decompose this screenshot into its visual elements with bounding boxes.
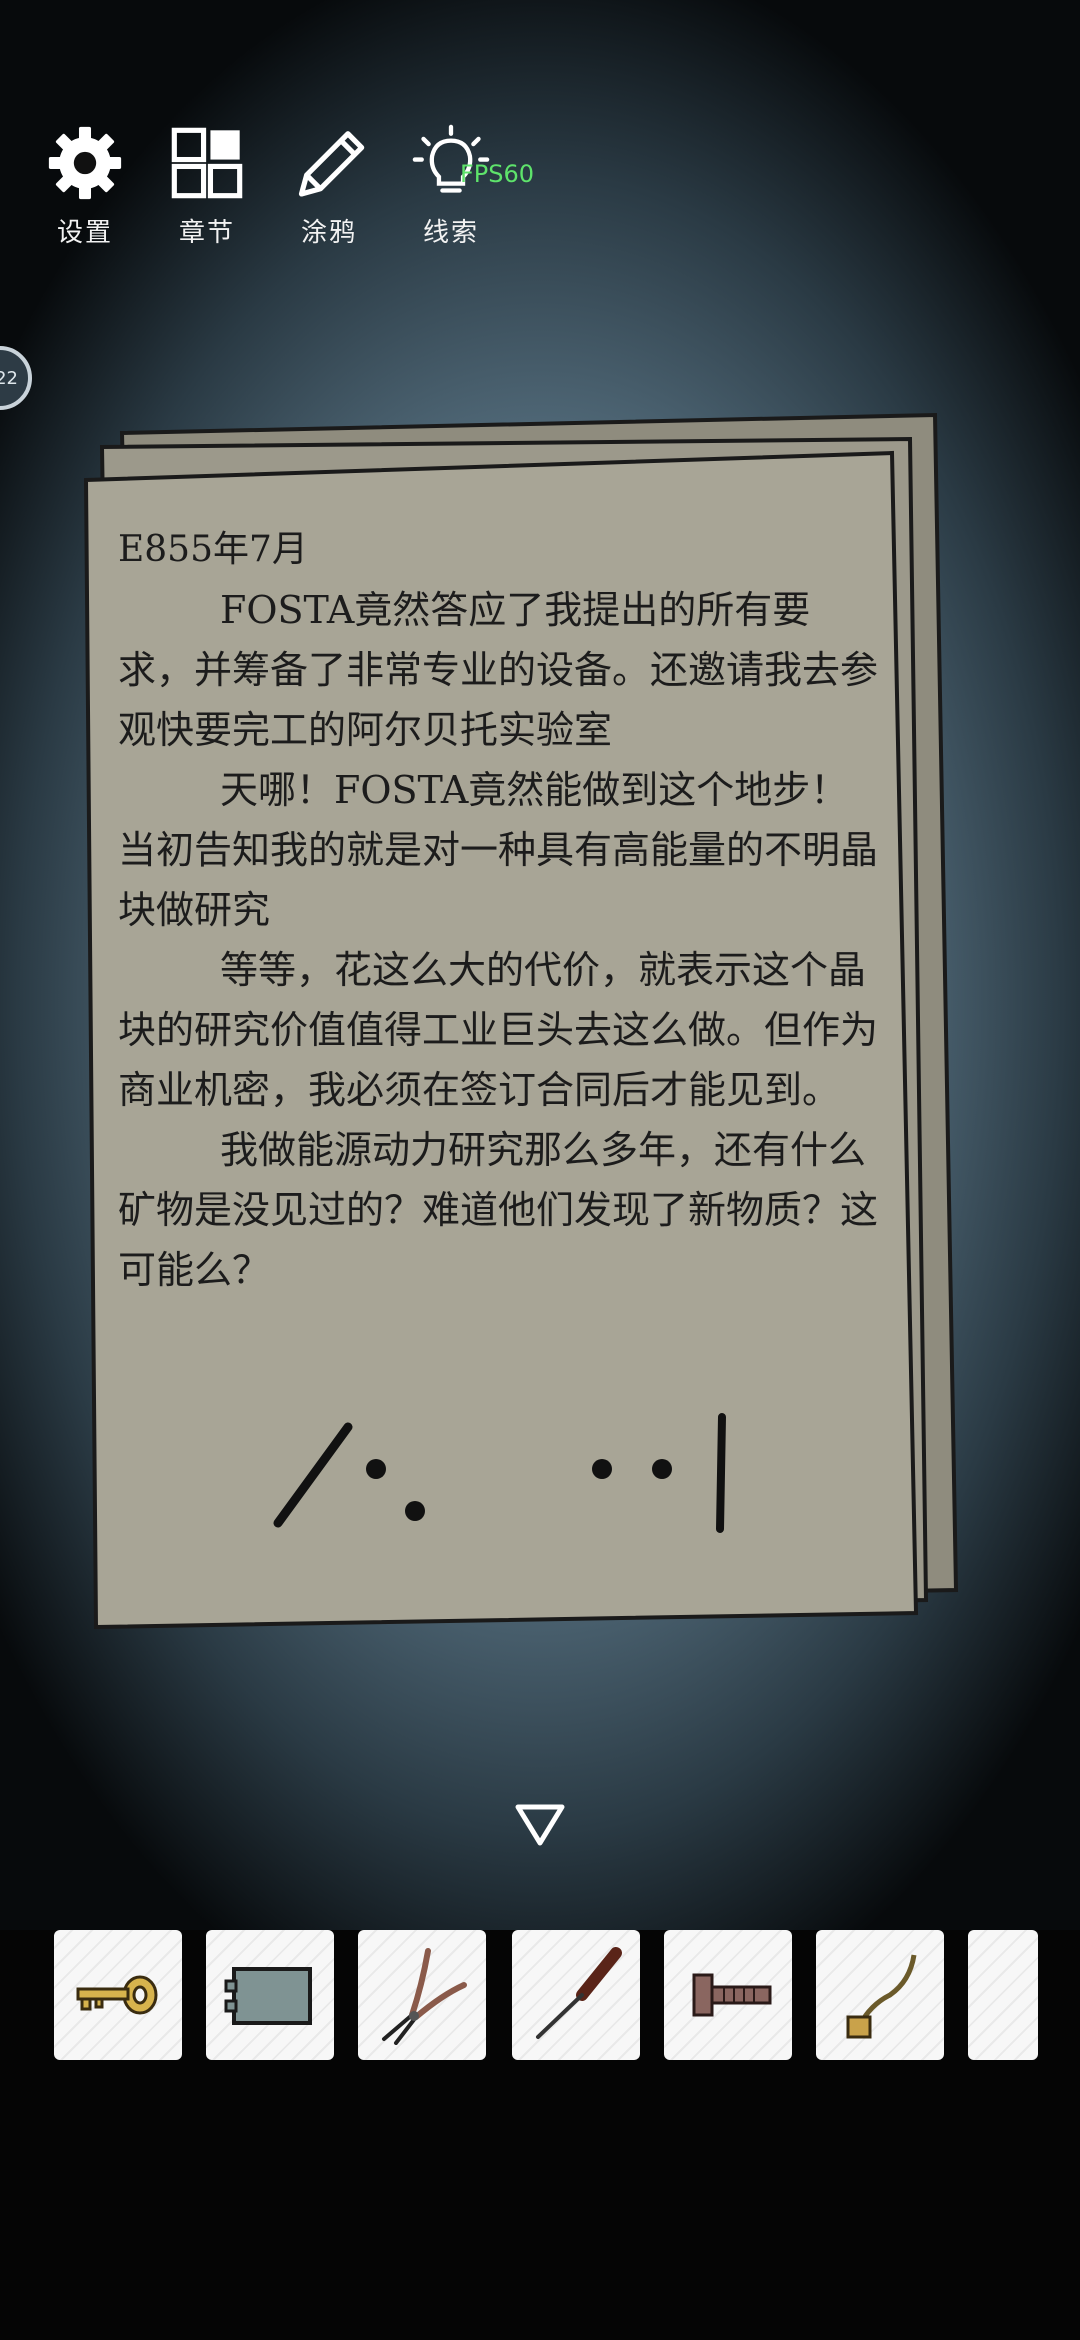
letter-text: E855年7月 FOSTA竟然答应了我提出的所有要求，并筹备了非常专业的设备。还… bbox=[118, 520, 878, 1300]
chapters-button[interactable]: 章节 bbox=[152, 120, 262, 250]
signature-scribble bbox=[273, 1413, 726, 1533]
inventory-slot-screwdriver[interactable] bbox=[512, 1930, 640, 2060]
top-toolbar: 设置 章节 涂鸦 线索 bbox=[0, 120, 1080, 260]
chapters-grid-icon bbox=[171, 127, 243, 199]
letter-date: E855年7月 bbox=[118, 529, 308, 570]
wire-icon bbox=[846, 1954, 917, 2039]
inventory-slot-key[interactable] bbox=[54, 1930, 182, 2060]
doodle-label: 涂鸦 bbox=[300, 218, 357, 248]
pliers-icon bbox=[382, 1948, 467, 2045]
inventory-slot-pliers[interactable] bbox=[358, 1930, 486, 2060]
letter-paragraph-1: FOSTA竟然答应了我提出的所有要求，并筹备了非常专业的设备。还邀请我去参观快要… bbox=[118, 588, 879, 752]
settings-button[interactable]: 设置 bbox=[30, 120, 140, 250]
clues-label: 线索 bbox=[422, 218, 479, 248]
screwdriver-icon bbox=[536, 1947, 622, 2039]
side-badge-text: 22 bbox=[0, 367, 18, 389]
pencil-icon bbox=[298, 131, 365, 197]
inventory-slot-empty[interactable] bbox=[968, 1930, 1038, 2060]
letter-paragraph-3: 等等，花这么大的代价，就表示这个晶块的研究价值值得工业巨头去这么做。但作为商业机… bbox=[118, 948, 879, 1112]
inventory-bar bbox=[0, 1930, 1080, 2070]
inventory-slot-battery[interactable] bbox=[206, 1930, 334, 2060]
settings-label: 设置 bbox=[56, 218, 113, 248]
fps-counter: FPS60 bbox=[460, 160, 535, 188]
letter-paragraph-4: 我做能源动力研究那么多年，还有什么矿物是没见过的？难道他们发现了新物质？这可能么… bbox=[118, 1128, 879, 1292]
gear-icon bbox=[48, 126, 122, 200]
inventory-slot-wire[interactable] bbox=[816, 1930, 944, 2060]
battery-icon bbox=[224, 1967, 312, 2025]
chapters-label: 章节 bbox=[178, 218, 235, 248]
letter-paragraph-2: 天哪！FOSTA竟然能做到这个地步！当初告知我的就是对一种具有高能量的不明晶块做… bbox=[118, 768, 879, 932]
key-icon bbox=[76, 1975, 158, 2015]
doodle-button[interactable]: 涂鸦 bbox=[274, 120, 384, 250]
down-arrow-button[interactable] bbox=[514, 1803, 566, 1847]
inventory-slot-bolt[interactable] bbox=[664, 1930, 792, 2060]
bolt-icon bbox=[692, 1973, 772, 2017]
